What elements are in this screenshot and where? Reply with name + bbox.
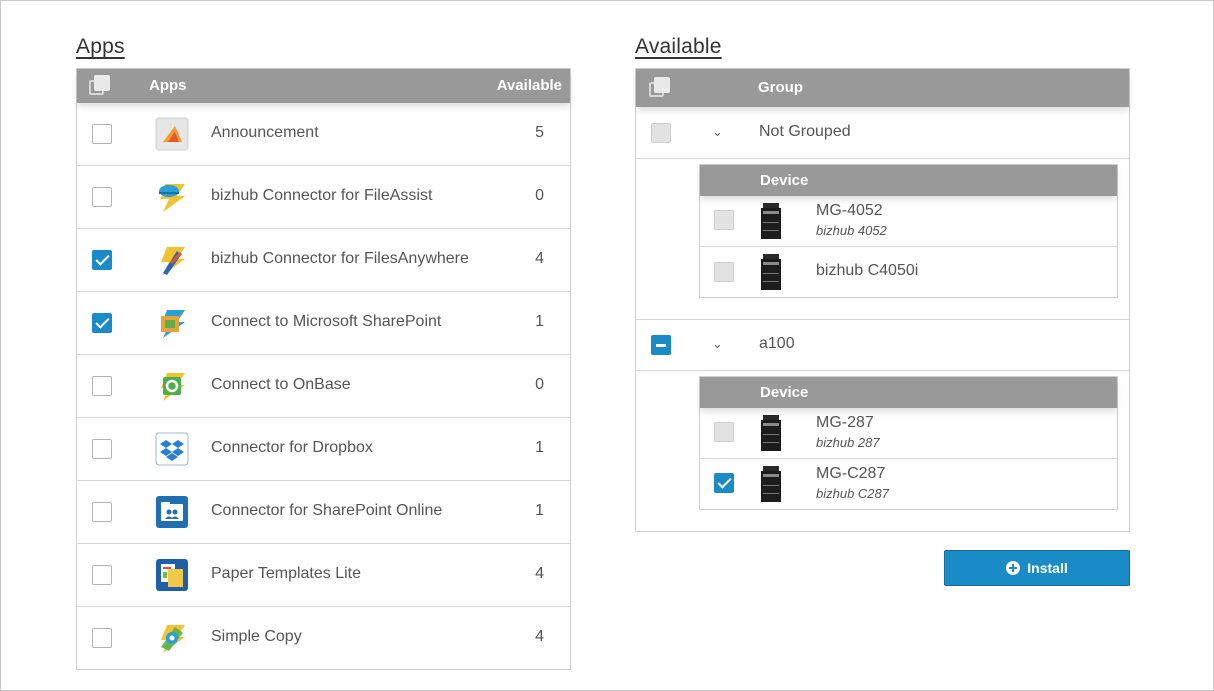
group-checkbox[interactable] [651,335,671,355]
apps-section-title: Apps [76,35,125,58]
device-name: bizhub C4050i [816,262,919,279]
device-model: bizhub 4052 [816,223,887,238]
device-checkbox[interactable] [714,473,734,493]
device-table: Device MG-4052 bizhub 4052 bizhub C4050i [699,164,1118,298]
device-table-header: Device [700,377,1117,408]
app-row[interactable]: Connector for Dropbox 1 [77,418,570,481]
device-checkbox[interactable] [714,210,734,230]
app-available-count: 1 [535,439,544,456]
app-row[interactable]: bizhub Connector for FilesAnywhere 4 [77,229,570,292]
device-name: MG-C287 [816,465,886,482]
device-model: bizhub 287 [816,435,880,450]
filesanywhere-icon [161,247,185,275]
device-checkbox[interactable] [714,422,734,442]
app-name: Simple Copy [211,628,302,645]
app-name: bizhub Connector for FilesAnywhere [211,250,469,267]
app-name: Paper Templates Lite [211,565,362,582]
app-available-count: 1 [535,502,544,519]
group-row[interactable]: ⌄ Not Grouped [636,107,1129,159]
select-all-groups-checkbox[interactable] [649,77,671,99]
app-name: Connect to Microsoft SharePoint [211,313,442,330]
app-row-checkbox[interactable] [92,187,112,207]
app-row[interactable]: Paper Templates Lite 4 [77,544,570,607]
sharepoint-icon [161,310,185,338]
fileassist-icon [159,184,185,212]
select-all-apps-checkbox[interactable] [89,75,111,97]
group-column-header: Group [758,79,803,96]
chevron-down-icon[interactable]: ⌄ [712,124,723,140]
app-available-count: 4 [535,628,544,645]
available-column-header: Available [496,77,562,94]
app-available-count: 0 [535,187,544,204]
group-row[interactable]: ⌄ a100 [636,320,1129,371]
app-name: Connector for Dropbox [211,439,373,456]
app-name: Connect to OnBase [211,376,351,393]
app-row[interactable]: Simple Copy 4 [77,607,570,669]
printer-icon [761,203,781,239]
app-row-checkbox[interactable] [92,124,112,144]
device-checkbox[interactable] [714,262,734,282]
app-row-checkbox[interactable] [92,565,112,585]
app-available-count: 0 [535,376,544,393]
available-section-title: Available [635,35,722,58]
group-name: Not Grouped [759,123,851,140]
paper-templates-icon [156,559,188,591]
device-row[interactable]: MG-4052 bizhub 4052 [700,196,1117,247]
app-name: Connector for SharePoint Online [211,502,443,519]
printer-icon [761,254,781,290]
app-available-count: 4 [535,565,544,582]
app-row[interactable]: Connect to OnBase 0 [77,355,570,418]
device-model: bizhub C287 [816,486,889,501]
app-name: bizhub Connector for FileAssist [211,187,433,204]
app-row-checkbox[interactable] [92,439,112,459]
device-column-header: Device [760,384,809,401]
printer-icon [761,415,781,451]
printer-icon [761,466,781,502]
app-row[interactable]: Announcement 5 [77,103,570,166]
plus-circle-icon [1006,561,1021,575]
app-row-checkbox[interactable] [92,250,112,270]
chevron-down-icon[interactable]: ⌄ [712,336,723,352]
device-name: MG-4052 [816,202,883,219]
app-row-checkbox[interactable] [92,628,112,648]
group-checkbox[interactable] [651,123,671,143]
announcement-icon [155,117,189,151]
app-row[interactable]: Connect to Microsoft SharePoint 1 [77,292,570,355]
app-available-count: 5 [535,124,544,141]
group-devices-container: Device MG-287 bizhub 287 MG-C287 bizhub … [636,371,1129,530]
groups-table-header: Group [636,69,1129,107]
group-devices-container: Device MG-4052 bizhub 4052 bizhub C4050i [636,159,1129,320]
device-row[interactable]: MG-287 bizhub 287 [700,408,1117,459]
install-button[interactable]: Install [944,550,1130,586]
sharepoint-online-icon [156,496,188,528]
device-row[interactable]: bizhub C4050i [700,247,1117,297]
app-row-checkbox[interactable] [92,502,112,522]
app-name: Announcement [211,124,319,141]
app-row[interactable]: bizhub Connector for FileAssist 0 [77,166,570,229]
app-row-checkbox[interactable] [92,313,112,333]
apps-table-header: Apps Available [77,69,570,103]
device-table-header: Device [700,165,1117,196]
device-column-header: Device [760,172,809,189]
dropbox-icon [155,432,189,466]
device-row[interactable]: MG-C287 bizhub C287 [700,459,1117,509]
onbase-icon [161,373,185,401]
app-available-count: 1 [535,313,544,330]
app-row-checkbox[interactable] [92,376,112,396]
install-button-label: Install [1027,560,1068,576]
apps-table: Apps Available Announcement 5 bizhub Con… [76,68,571,670]
device-table: Device MG-287 bizhub 287 MG-C287 bizhub … [699,376,1118,510]
group-name: a100 [759,335,795,352]
app-row[interactable]: Connector for SharePoint Online 1 [77,481,570,544]
groups-table: Group ⌄ Not Grouped Device MG-4052 bizhu… [635,68,1130,532]
device-name: MG-287 [816,414,874,431]
simple-copy-icon [161,625,185,653]
app-available-count: 4 [535,250,544,267]
apps-column-header: Apps [149,77,187,94]
